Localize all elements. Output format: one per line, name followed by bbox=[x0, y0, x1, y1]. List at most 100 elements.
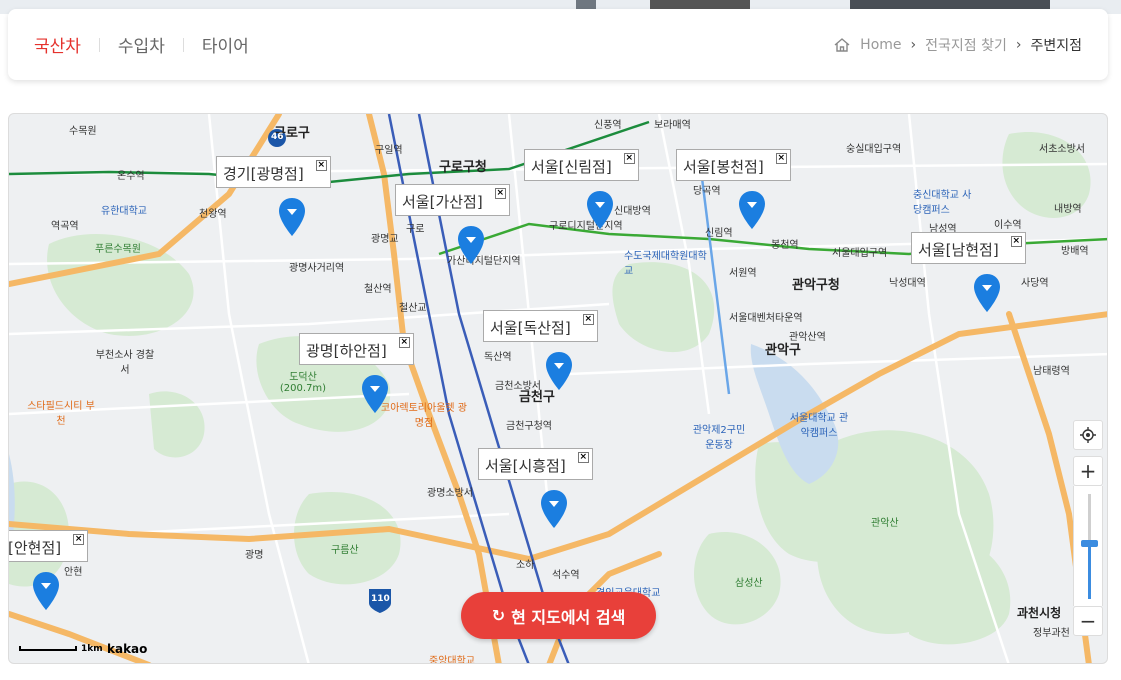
refresh-icon: ↻ bbox=[491, 606, 506, 625]
store-label-namhyeon[interactable]: 서울[남현점] × bbox=[911, 232, 1026, 264]
map-label: 봉천역 bbox=[771, 240, 799, 251]
store-name: 서울[남현점] bbox=[918, 241, 999, 259]
close-icon[interactable]: × bbox=[398, 337, 410, 348]
chevron-right-icon: › bbox=[910, 36, 917, 53]
store-pin-icon[interactable] bbox=[278, 197, 306, 237]
store-pin-icon[interactable] bbox=[738, 190, 766, 230]
map-label: 구름산 bbox=[331, 545, 359, 556]
map-label: 낙성대역 bbox=[889, 278, 926, 289]
map-label: 방배역 bbox=[1061, 246, 1089, 257]
tab-divider bbox=[182, 37, 184, 52]
store-name: 서울[가산점] bbox=[402, 193, 483, 211]
map-label: 당곡역 bbox=[693, 186, 721, 197]
map-label: 관악구청 bbox=[792, 278, 840, 293]
map-label: 중앙대학교 bbox=[429, 656, 475, 664]
store-label-doksan[interactable]: 서울[독산점] × bbox=[483, 310, 598, 342]
zoom-in-button[interactable]: + bbox=[1073, 456, 1103, 486]
kakao-logo: kakao bbox=[107, 642, 148, 656]
map-label: 도덕산 (200.7m) bbox=[279, 372, 327, 394]
store-name: 서울[봉천점] bbox=[683, 158, 764, 176]
map-label: 코아렉토리아울렛 광명점 bbox=[381, 403, 467, 429]
map-label: 수목원 bbox=[69, 126, 97, 137]
map-label: 신림역 bbox=[705, 228, 733, 239]
store-label-haan[interactable]: 광명[하안점] × bbox=[299, 333, 414, 365]
store-map[interactable]: 구로구청 구로구 관악구청 관악구 금천구 온수역 유한대학교 역곡역 천왕역 … bbox=[8, 113, 1108, 664]
close-icon[interactable]: × bbox=[775, 153, 787, 164]
close-icon[interactable]: × bbox=[1010, 236, 1022, 247]
tab-divider bbox=[98, 37, 100, 52]
store-pin-icon[interactable] bbox=[32, 571, 60, 611]
store-pin-icon[interactable] bbox=[361, 374, 389, 414]
scale-text: 1km bbox=[81, 644, 103, 654]
breadcrumb-home[interactable]: Home bbox=[860, 37, 901, 53]
map-label: 안현 bbox=[64, 567, 83, 578]
store-label-bongcheon[interactable]: 서울[봉천점] × bbox=[676, 149, 791, 181]
store-name: 서울[독산점] bbox=[490, 319, 571, 337]
map-label: 서원역 bbox=[729, 268, 757, 279]
map-label: 철산역 bbox=[364, 284, 392, 295]
map-label: 서초소방서 bbox=[1039, 144, 1085, 155]
store-label-sillim[interactable]: 서울[신림점] × bbox=[524, 149, 639, 181]
store-pin-icon[interactable] bbox=[973, 273, 1001, 313]
minus-icon: − bbox=[1079, 609, 1097, 633]
scale-bar bbox=[19, 646, 77, 651]
zoom-slider[interactable] bbox=[1073, 486, 1103, 606]
map-label: 서울대학교 관악캠퍼스 bbox=[789, 413, 849, 439]
map-label: 남태령역 bbox=[1033, 366, 1070, 377]
close-icon[interactable]: × bbox=[577, 452, 589, 463]
close-icon[interactable]: × bbox=[494, 188, 506, 199]
zoom-out-button[interactable]: − bbox=[1073, 606, 1103, 636]
map-label: 정부과천 bbox=[1033, 628, 1070, 639]
map-label: 서울대입구역 bbox=[832, 248, 888, 259]
store-name: 서울[시흥점] bbox=[485, 457, 566, 475]
map-label: 광명소방서 bbox=[427, 488, 473, 499]
tab-tire[interactable]: 타이어 bbox=[202, 32, 249, 57]
breadcrumb-store-finder[interactable]: 전국지점 찾기 bbox=[925, 35, 1007, 55]
map-label: 사당역 bbox=[1021, 278, 1049, 289]
map-label: 이수역 bbox=[994, 220, 1022, 231]
locate-icon bbox=[1080, 427, 1096, 443]
map-label: 광명교 bbox=[371, 234, 399, 245]
store-label-siheung[interactable]: 서울[시흥점] × bbox=[478, 448, 593, 480]
store-label-gwangmyeong[interactable]: 경기[광명점] × bbox=[216, 156, 331, 188]
map-label: 구일역 bbox=[375, 145, 403, 156]
map-label: 구로구청 bbox=[439, 160, 487, 175]
store-label-anhyeon[interactable]: [안현점] × bbox=[9, 530, 89, 562]
close-icon[interactable]: × bbox=[623, 153, 635, 164]
home-icon[interactable] bbox=[833, 37, 851, 53]
close-icon[interactable]: × bbox=[315, 160, 327, 171]
close-icon[interactable]: × bbox=[73, 534, 85, 545]
zoom-handle[interactable] bbox=[1081, 540, 1098, 547]
map-label: 신풍역 bbox=[594, 120, 622, 131]
map-label: 금천구청역 bbox=[506, 421, 552, 432]
breadcrumb-current: 주변지점 bbox=[1030, 37, 1082, 54]
map-label: 석수역 bbox=[552, 570, 580, 581]
store-name: 서울[신림점] bbox=[531, 158, 612, 176]
route-46-label: 46 bbox=[271, 132, 284, 142]
store-pin-icon[interactable] bbox=[457, 225, 485, 265]
map-label: 수도국제대학원대학교 bbox=[624, 251, 707, 277]
map-label: 관악산역 bbox=[789, 332, 826, 343]
map-label: 푸른수목원 bbox=[95, 244, 141, 255]
store-name: 광명[하안점] bbox=[306, 342, 387, 360]
map-label: 과천시청 bbox=[1017, 606, 1062, 620]
tab-domestic[interactable]: 국산차 bbox=[34, 32, 81, 57]
map-label: 부천소사 경찰서 bbox=[95, 350, 155, 376]
store-label-gasan[interactable]: 서울[가산점] × bbox=[395, 184, 510, 216]
map-label: 숭실대입구역 bbox=[846, 144, 902, 155]
search-button-label: 현 지도에서 검색 bbox=[511, 607, 626, 627]
category-tabs: 국산차 수입차 타이어 bbox=[34, 32, 249, 57]
search-this-area-button[interactable]: ↻ 현 지도에서 검색 bbox=[461, 592, 656, 639]
map-label: 광명 bbox=[245, 550, 264, 561]
category-header: 국산차 수입차 타이어 Home › 전국지점 찾기 › 주변지점 bbox=[8, 9, 1108, 80]
map-label: 스타필드시티 부천 bbox=[27, 401, 95, 427]
current-location-button[interactable] bbox=[1073, 420, 1103, 450]
store-pin-icon[interactable] bbox=[586, 190, 614, 230]
store-pin-icon[interactable] bbox=[545, 351, 573, 391]
close-icon[interactable]: × bbox=[582, 314, 594, 325]
tab-imported[interactable]: 수입차 bbox=[118, 32, 165, 57]
map-label: 독산역 bbox=[484, 352, 512, 363]
store-pin-icon[interactable] bbox=[540, 489, 568, 529]
map-label: 광명사거리역 bbox=[289, 263, 345, 274]
route-110-label: 110 bbox=[371, 594, 390, 604]
